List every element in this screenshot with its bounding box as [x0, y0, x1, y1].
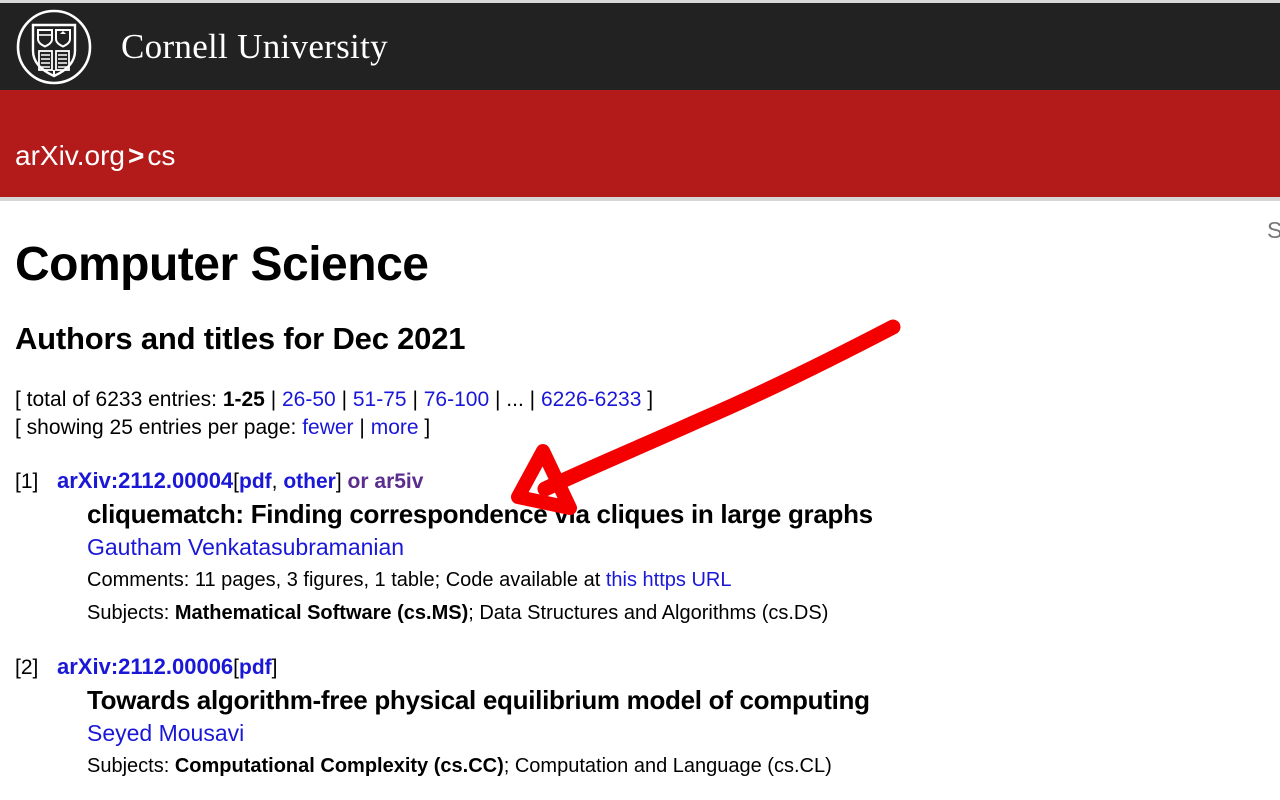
- entry-title: cliquematch: Finding correspondence via …: [87, 499, 873, 529]
- pagination-range-76-100[interactable]: 76-100: [424, 388, 489, 411]
- entry-pdf-link[interactable]: pdf: [239, 470, 272, 493]
- entry-comments: Comments: 11 pages, 3 figures, 1 table; …: [87, 566, 1265, 595]
- subjects-label: Subjects:: [87, 602, 170, 624]
- arxiv-banner: arXiv.org > cs: [0, 90, 1280, 257]
- pagination-close-bracket: ]: [647, 388, 654, 411]
- page-root: Cornell University arXiv.org>cs Computer…: [0, 0, 1280, 800]
- list-item: [2] arXiv:2112.00006[pdf] Towards algorit…: [15, 654, 1265, 781]
- subjects-primary: Mathematical Software (cs.MS): [174, 602, 469, 624]
- entry-number: [2]: [15, 656, 39, 679]
- entry-comma: ,: [271, 470, 278, 493]
- per-page-control: [ showing 25 entries per page: fewer | m…: [15, 414, 1265, 442]
- breadcrumb-site[interactable]: arXiv.org: [15, 140, 125, 171]
- cornell-wordmark[interactable]: Cornell University: [121, 27, 388, 67]
- cornell-header: Cornell University: [0, 3, 1280, 90]
- author-link[interactable]: Seyed Mousavi: [87, 720, 244, 746]
- author-link[interactable]: Gautham Venkatasubramanian: [87, 534, 404, 560]
- subjects-secondary: ; Data Structures and Algorithms (cs.DS): [468, 602, 829, 624]
- pagination-pipe-3: |: [412, 388, 418, 411]
- subjects-secondary: ; Computation and Language (cs.CL): [503, 755, 832, 777]
- entry-arxiv-id-link[interactable]: arXiv:2112.00004: [57, 468, 233, 493]
- pagination-pipe-4: |: [494, 388, 501, 411]
- entry-subjects: Subjects: Computational Complexity (cs.C…: [87, 752, 1265, 781]
- breadcrumb-separator: >: [127, 140, 145, 171]
- entry-header: [1] arXiv:2112.00004[pdf, other] or ar5iv: [15, 468, 1265, 494]
- pagination-pipe-2: |: [341, 388, 348, 411]
- page-title: Computer Science: [15, 238, 429, 291]
- comments-url-link[interactable]: this https URL: [606, 569, 732, 591]
- entry-header: [2] arXiv:2112.00006[pdf]: [15, 654, 1265, 680]
- per-page-fewer-link[interactable]: fewer: [302, 416, 353, 439]
- pagination-range-51-75[interactable]: 51-75: [353, 388, 407, 411]
- pagination-total-label: [ total of 6233 entries:: [15, 388, 217, 411]
- entry-body: Towards algorithm-free physical equilibr…: [87, 684, 1265, 781]
- pagination-pipe-5: |: [529, 388, 536, 411]
- per-page-pipe: |: [359, 416, 365, 439]
- entry-authors: Seyed Mousavi: [87, 719, 1265, 748]
- comments-label: Comments:: [87, 569, 190, 591]
- entry-body: cliquematch: Finding correspondence via …: [87, 498, 1265, 628]
- entry-or-text: or: [347, 470, 369, 493]
- entry-authors: Gautham Venkatasubramanian: [87, 533, 1265, 562]
- entry-ar5iv-link[interactable]: ar5iv: [374, 470, 423, 493]
- per-page-more-link[interactable]: more: [371, 416, 419, 439]
- subjects-primary: Computational Complexity (cs.CC): [174, 755, 504, 777]
- comments-text: 11 pages, 3 figures, 1 table; Code avail…: [194, 569, 601, 591]
- breadcrumb-archive[interactable]: cs: [147, 140, 175, 171]
- pagination-pipe-1: |: [270, 388, 277, 411]
- main-content: Computer Science Authors and titles for …: [0, 201, 1280, 781]
- entry-pdf-link[interactable]: pdf: [239, 656, 272, 679]
- pagination: [ total of 6233 entries: 1-25 | 26-50 | …: [15, 386, 1265, 442]
- cornell-seal-icon[interactable]: [15, 8, 93, 86]
- entry-arxiv-id-link[interactable]: arXiv:2112.00006: [57, 654, 233, 679]
- per-page-label: [ showing 25 entries per page:: [15, 416, 297, 439]
- pagination-range-26-50[interactable]: 26-50: [282, 388, 336, 411]
- subjects-label: Subjects:: [87, 755, 170, 777]
- page-subtitle: Authors and titles for Dec 2021: [15, 321, 466, 356]
- entry-number: [1]: [15, 470, 39, 493]
- pagination-ranges: [ total of 6233 entries: 1-25 | 26-50 | …: [15, 386, 1265, 414]
- entry-other-link[interactable]: other: [283, 470, 336, 493]
- entry-bracket-close: ]: [271, 656, 278, 679]
- pagination-range-last[interactable]: 6226-6233: [541, 388, 641, 411]
- pagination-current-range: 1-25: [222, 388, 265, 411]
- entry-bracket-close: ]: [335, 470, 342, 493]
- entry-subjects: Subjects: Mathematical Software (cs.MS);…: [87, 599, 1265, 628]
- pagination-ellipsis: ...: [506, 388, 524, 411]
- breadcrumb: arXiv.org > cs: [15, 140, 175, 172]
- entry-title: Towards algorithm-free physical equilibr…: [87, 685, 870, 715]
- per-page-close-bracket: ]: [424, 416, 431, 439]
- list-item: [1] arXiv:2112.00004[pdf, other] or ar5iv…: [15, 468, 1265, 628]
